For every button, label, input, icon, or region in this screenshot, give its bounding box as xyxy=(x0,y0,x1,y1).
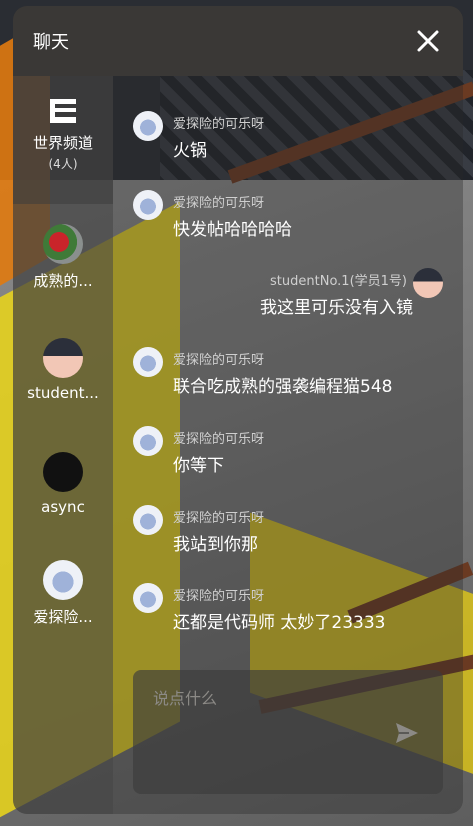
message-input[interactable] xyxy=(151,684,375,712)
channel-sidebar: 世界频道 (4人) 成熟的... student... async 爱探险... xyxy=(13,76,113,814)
world-channel-label: 世界频道 xyxy=(32,134,93,152)
sidebar-item-chat[interactable]: student... xyxy=(13,338,113,402)
sidebar-item-chat[interactable]: 成熟的... xyxy=(13,224,113,291)
avatar xyxy=(133,111,163,141)
chat-title: 聊天 xyxy=(33,32,69,53)
sidebar-item-label: 爱探险... xyxy=(33,608,93,626)
sidebar-item-chat[interactable]: 爱探险... xyxy=(13,560,113,627)
avatar xyxy=(43,338,83,378)
avatar xyxy=(133,505,163,535)
sidebar-item-label: student... xyxy=(27,384,99,402)
message-text: 火锅 xyxy=(173,141,207,161)
avatar xyxy=(413,268,443,298)
world-channel-icon xyxy=(50,99,76,123)
message-text: 我站到你那 xyxy=(173,535,258,555)
message-sender: 爱探险的可乐呀 xyxy=(173,432,265,447)
message-sender: 爱探险的可乐呀 xyxy=(173,196,265,211)
world-channel-count: (4人) xyxy=(48,157,78,171)
avatar xyxy=(43,560,83,600)
message-sender: 爱探险的可乐呀 xyxy=(173,117,265,132)
message-sender: 爱探险的可乐呀 xyxy=(173,353,265,368)
message-sender: studentNo.1(学员1号) xyxy=(270,274,407,289)
message-text: 我这里可乐没有入镜 xyxy=(260,298,413,318)
message-text: 快发帖哈哈哈哈 xyxy=(173,220,292,240)
avatar xyxy=(43,452,83,492)
sidebar-item-label: 成熟的... xyxy=(33,272,93,290)
avatar xyxy=(133,426,163,456)
avatar xyxy=(43,224,83,264)
sidebar-item-chat[interactable]: async xyxy=(13,452,113,516)
close-button[interactable] xyxy=(415,28,441,54)
avatar xyxy=(133,347,163,377)
message-sender: 爱探险的可乐呀 xyxy=(173,589,265,604)
send-button[interactable] xyxy=(395,722,419,744)
avatar xyxy=(133,190,163,220)
message-sender: 爱探险的可乐呀 xyxy=(173,511,265,526)
chat-panel: 聊天 世界频道 (4人) 成熟的... student... async 爱探险… xyxy=(13,6,463,814)
send-icon xyxy=(396,723,418,743)
message-text: 你等下 xyxy=(173,456,224,476)
sidebar-item-label: async xyxy=(41,498,85,516)
message-text: 还都是代码师 太妙了23333 xyxy=(173,613,386,633)
message-text: 联合吃成熟的强袭编程猫548 xyxy=(173,377,393,397)
chat-header: 聊天 xyxy=(13,6,463,76)
avatar xyxy=(133,583,163,613)
sidebar-item-world-channel[interactable]: 世界频道 (4人) xyxy=(13,76,113,204)
message-composer xyxy=(133,670,443,794)
close-icon xyxy=(417,30,439,52)
